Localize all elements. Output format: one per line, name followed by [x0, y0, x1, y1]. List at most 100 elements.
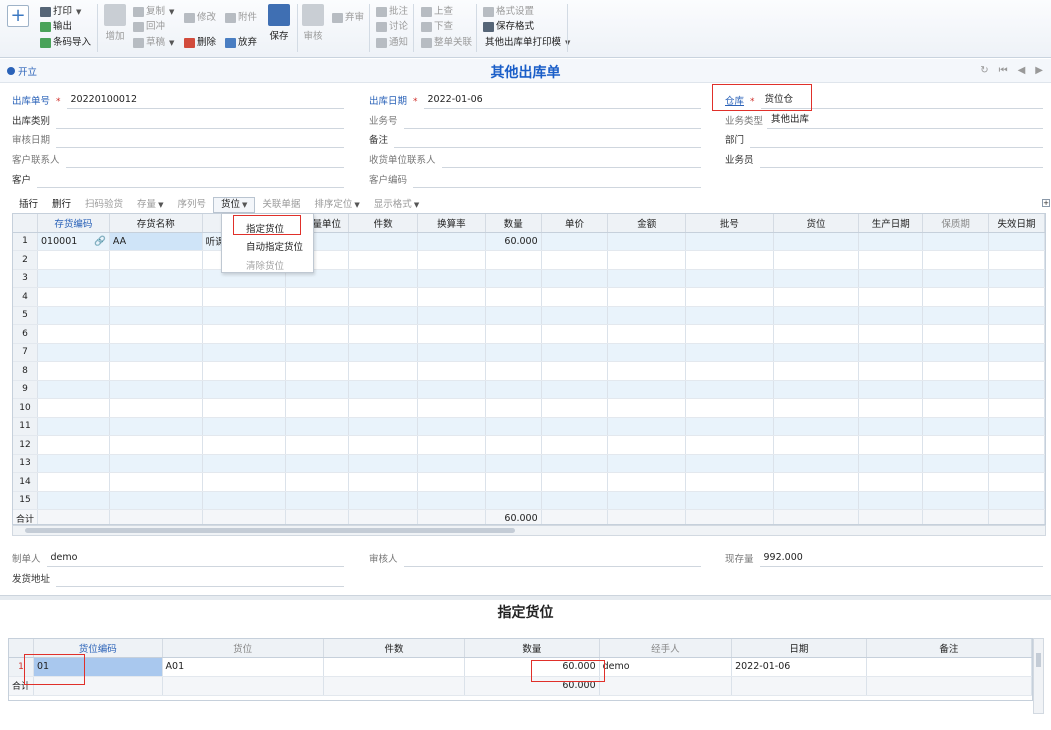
order-no-field[interactable]: 出库单号 * 20220100012 [12, 90, 344, 109]
chevron-down-icon[interactable]: ▼ [158, 201, 163, 209]
cell-location[interactable]: A01 [162, 657, 324, 677]
customer-code-value[interactable] [413, 171, 701, 188]
table-row[interactable]: 7 [13, 343, 1045, 362]
copy-button[interactable]: 复制 ▼ [133, 5, 174, 19]
scrollbar-thumb[interactable] [25, 528, 515, 533]
prev-record-icon[interactable]: ◀ [1018, 65, 1026, 76]
save-button[interactable]: 保存 [264, 4, 294, 42]
cell-location[interactable] [773, 232, 860, 251]
panel-splitter[interactable] [0, 595, 1051, 600]
barcode-import-button[interactable]: 条码导入 [40, 36, 91, 50]
table-row[interactable]: 1 01 A01 60.000 demo 2022-01-06 [9, 657, 1032, 677]
remark-value[interactable] [394, 131, 701, 148]
ship-address-value[interactable] [56, 570, 344, 587]
table-row[interactable]: 15 [13, 491, 1045, 510]
cell-qty[interactable]: 60.000 [485, 232, 542, 251]
save-format-button[interactable]: 保存格式 [483, 20, 534, 34]
whole-link-button[interactable]: 整单关联 [421, 36, 472, 50]
scrollbar-thumb[interactable] [1036, 653, 1041, 667]
next-record-icon[interactable]: ▶ [1035, 65, 1043, 76]
insert-row-button[interactable]: 插行 [12, 197, 45, 213]
column-header-pieces[interactable]: 件数 [323, 639, 466, 658]
table-row[interactable]: 12 [13, 435, 1045, 455]
cell-pieces[interactable] [348, 232, 418, 251]
cell-price[interactable] [541, 232, 609, 251]
table-row[interactable]: 11 [13, 417, 1045, 436]
column-header-amount[interactable]: 金额 [607, 214, 687, 233]
category-value[interactable] [56, 112, 344, 129]
customer-contact-value[interactable] [65, 151, 344, 168]
scan-verify-button[interactable]: 扫码验货 [78, 197, 130, 213]
sort-locate-button[interactable]: 排序定位 ▼ [307, 197, 366, 213]
business-type-field[interactable]: 业务类型 其他出库 [725, 110, 1043, 129]
cell-batch[interactable] [685, 232, 774, 251]
business-no-value[interactable] [403, 112, 701, 129]
receiver-contact-value[interactable] [441, 151, 701, 168]
customer-value[interactable] [37, 171, 344, 188]
business-no-field[interactable]: 业务号 [369, 110, 701, 129]
table-row[interactable]: 14 [13, 472, 1045, 492]
unaudit-button[interactable]: 弃审 [332, 11, 364, 25]
new-plus-button[interactable]: + [7, 5, 29, 27]
notify-button[interactable]: 通知 [376, 36, 408, 50]
menu-item-clear-location[interactable]: 清除货位 [246, 258, 284, 272]
business-type-value[interactable]: 其他出库 [767, 112, 1043, 129]
column-header-batch[interactable]: 批号 [685, 214, 774, 233]
cell-expiry[interactable] [988, 232, 1045, 251]
column-header-mfg-date[interactable]: 生产日期 [858, 214, 924, 233]
first-record-icon[interactable]: ⏮ [999, 65, 1008, 76]
table-row[interactable]: 6 [13, 324, 1045, 344]
table-row[interactable]: 13 [13, 454, 1045, 473]
refresh-icon[interactable]: ↻ [980, 65, 988, 76]
lookup-up-button[interactable]: 上查 [421, 5, 453, 19]
delete-button[interactable]: 删除 [184, 36, 216, 50]
expand-icon[interactable]: + [1042, 199, 1050, 207]
table-row[interactable]: 9 [13, 380, 1045, 399]
table-row[interactable]: 4 [13, 287, 1045, 307]
cell-date[interactable]: 2022-01-06 [731, 657, 867, 677]
chevron-down-icon[interactable]: ▼ [242, 201, 247, 209]
date-field[interactable]: 出库日期 * 2022-01-06 [369, 90, 701, 109]
column-header-price[interactable]: 单价 [541, 214, 609, 233]
remark-field[interactable]: 备注 [369, 129, 701, 148]
table-row[interactable]: 5 [13, 306, 1045, 325]
print-button[interactable]: 打印 ▼ [40, 5, 81, 19]
column-header-location[interactable]: 货位 [773, 214, 860, 233]
add-button[interactable]: 增加 [100, 4, 130, 42]
vertical-scrollbar[interactable] [1033, 638, 1044, 714]
column-header-shelf-life[interactable]: 保质期 [922, 214, 989, 233]
audit-button[interactable]: 审核 [298, 4, 328, 42]
cell-code[interactable]: 010001 🔗 [37, 232, 110, 251]
chevron-down-icon[interactable]: ▼ [354, 201, 359, 209]
table-row[interactable]: 2 [13, 250, 1045, 270]
customer-code-field[interactable]: 客户编码 [369, 169, 701, 188]
cell-mfg-date[interactable] [858, 232, 924, 251]
department-value[interactable] [750, 131, 1043, 148]
column-header-date[interactable]: 日期 [731, 639, 867, 658]
draft-button[interactable]: 草稿 ▼ [133, 36, 174, 50]
print-template-select[interactable]: 其他出库单打印模▼ [485, 36, 570, 50]
department-field[interactable]: 部门 [725, 129, 1043, 148]
column-header-code[interactable]: 存货编码 [37, 214, 110, 233]
column-header-pieces[interactable]: 件数 [348, 214, 418, 233]
chevron-down-icon[interactable]: ▼ [414, 201, 419, 209]
stock-button[interactable]: 存量 ▼ [130, 197, 170, 213]
display-format-button[interactable]: 显示格式 ▼ [367, 197, 426, 213]
output-button[interactable]: 输出 [40, 20, 72, 34]
serial-no-button[interactable]: 序列号 [170, 197, 213, 213]
cell-remark[interactable] [866, 657, 1032, 677]
discuss-button[interactable]: 讨论 [376, 20, 408, 34]
customer-field[interactable]: 客户 [12, 169, 344, 188]
customer-contact-field[interactable]: 客户联系人 [12, 149, 344, 168]
chevron-down-icon[interactable]: ▼ [169, 5, 174, 19]
audit-date-field[interactable]: 审核日期 [12, 129, 344, 148]
ship-address-field[interactable]: 发货地址 [12, 568, 344, 587]
cell-handler[interactable]: demo [599, 657, 733, 677]
salesman-field[interactable]: 业务员 [725, 149, 1043, 168]
table-row[interactable]: 10 [13, 398, 1045, 418]
lookup-down-button[interactable]: 下查 [421, 20, 453, 34]
cell-name[interactable]: AA [109, 232, 203, 251]
attachment-button[interactable]: 附件 [225, 11, 257, 25]
table-row[interactable]: 3 [13, 269, 1045, 288]
order-no-value[interactable]: 20220100012 [66, 92, 344, 109]
